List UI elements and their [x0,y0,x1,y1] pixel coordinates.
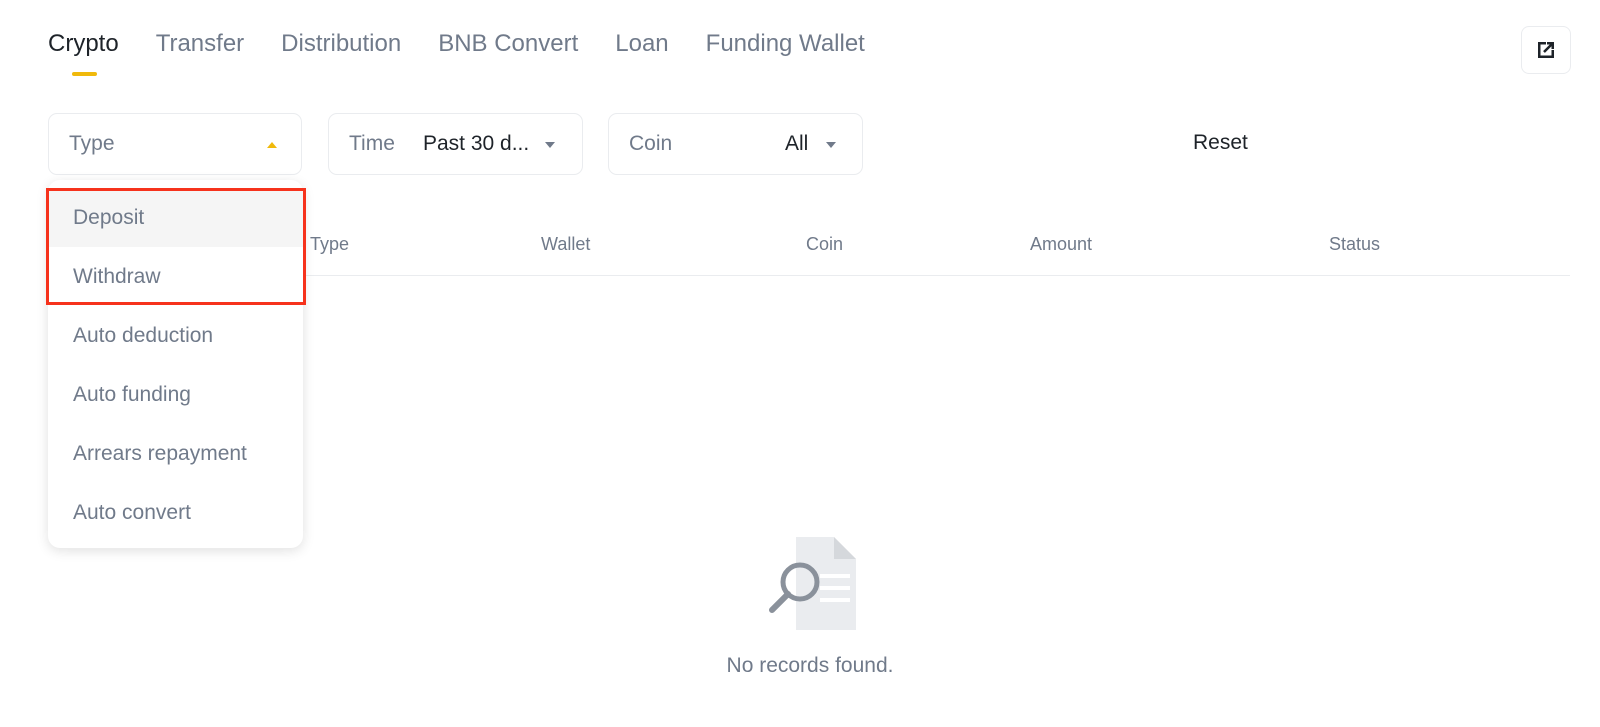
tab-bar: Crypto Transfer Distribution BNB Convert… [48,26,865,76]
reset-button[interactable]: Reset [1193,128,1248,158]
tab-loan[interactable]: Loan [615,26,668,62]
type-option-auto-funding[interactable]: Auto funding [48,365,303,424]
type-option-withdraw[interactable]: Withdraw [48,247,303,306]
empty-state: No records found. [700,532,920,677]
tab-funding-wallet[interactable]: Funding Wallet [706,26,865,62]
type-option-arrears-repayment[interactable]: Arrears repayment [48,424,303,483]
time-filter-label: Time [349,132,395,155]
column-header-wallet: Wallet [541,234,591,254]
type-filter-select[interactable]: Type [48,113,302,175]
tab-bnb-convert[interactable]: BNB Convert [438,26,578,62]
coin-filter-select[interactable]: Coin All [608,113,863,175]
coin-filter-value: All [785,132,809,155]
type-option-deposit[interactable]: Deposit [48,188,303,247]
caret-down-icon [545,142,555,148]
type-option-auto-convert[interactable]: Auto convert [48,483,303,542]
tab-crypto[interactable]: Crypto [48,26,119,76]
column-header-coin: Coin [806,234,844,254]
caret-down-icon [826,142,836,148]
type-option-auto-deduction[interactable]: Auto deduction [48,306,303,365]
column-header-status: Status [1329,234,1381,254]
type-filter-label: Type [69,132,115,155]
tab-transfer[interactable]: Transfer [156,26,244,62]
empty-state-text: No records found. [726,654,894,677]
time-filter-select[interactable]: Time Past 30 d... [328,113,583,175]
type-dropdown-menu: Deposit Withdraw Auto deduction Auto fun… [48,180,303,548]
caret-up-icon [267,142,277,148]
export-button[interactable] [1521,26,1571,74]
external-link-icon [1538,42,1554,58]
coin-filter-label: Coin [629,132,673,155]
tab-distribution[interactable]: Distribution [281,26,401,62]
column-header-type: Type [310,234,350,254]
column-header-amount: Amount [1030,234,1093,254]
time-filter-value: Past 30 d... [423,132,530,155]
no-records-icon [769,537,856,630]
